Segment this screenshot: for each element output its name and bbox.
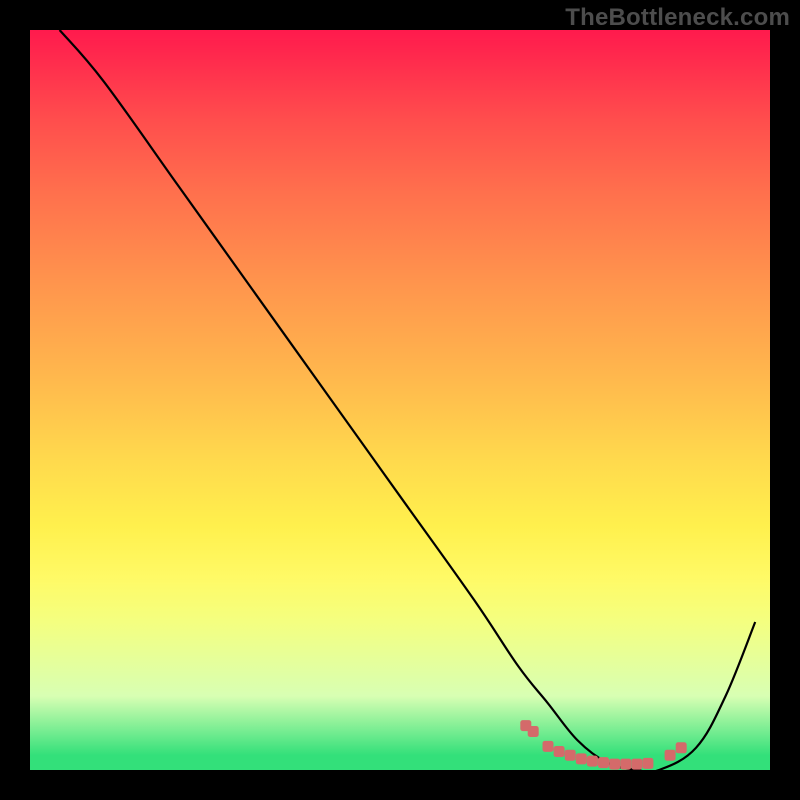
plot-area [30,30,770,770]
watermark-text: TheBottleneck.com [565,4,790,32]
optimal-markers [30,30,770,770]
chart-container: TheBottleneck.com [0,0,800,800]
